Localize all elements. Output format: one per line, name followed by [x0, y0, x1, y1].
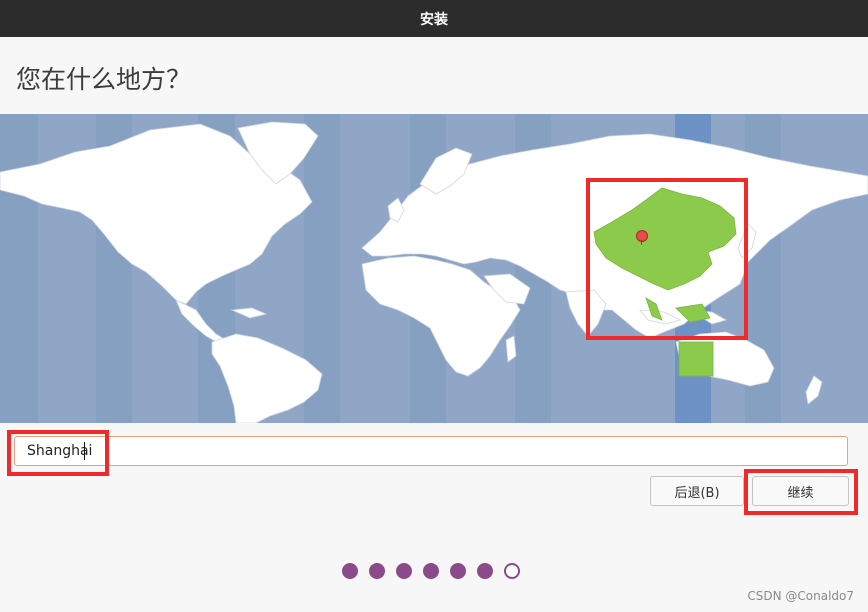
window-titlebar: 安装	[0, 0, 868, 37]
progress-dot-filled	[477, 563, 493, 579]
progress-dots	[342, 563, 520, 579]
window-title: 安装	[420, 11, 448, 28]
progress-dot-filled	[450, 563, 466, 579]
progress-dot-current	[504, 563, 520, 579]
annotation-box-input	[7, 430, 109, 476]
page-title: 您在什么地方？	[16, 65, 192, 94]
watermark: CSDN @Conaldo7	[747, 589, 854, 603]
timezone-input[interactable]	[14, 436, 848, 466]
back-button-label: 后退(B)	[674, 485, 720, 501]
back-button[interactable]: 后退(B)	[650, 476, 744, 506]
progress-dot-filled	[369, 563, 385, 579]
progress-dot-filled	[423, 563, 439, 579]
progress-dot-filled	[342, 563, 358, 579]
annotation-box-continue	[744, 469, 858, 515]
annotation-box-region	[586, 178, 748, 340]
progress-dot-filled	[396, 563, 412, 579]
timezone-map[interactable]	[0, 114, 868, 423]
